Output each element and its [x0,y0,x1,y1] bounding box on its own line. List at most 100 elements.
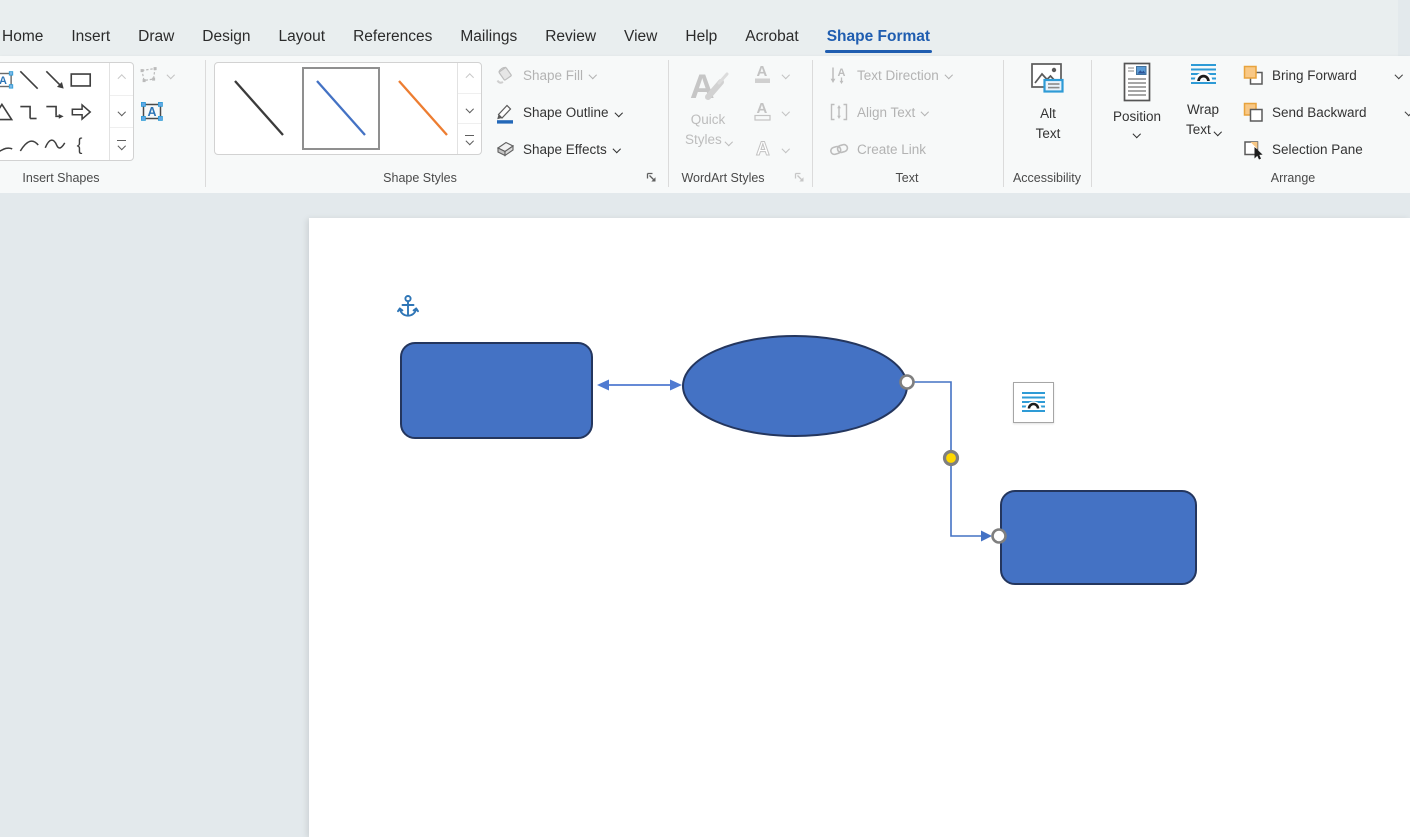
double-arrow-connector[interactable] [597,380,682,391]
document-workspace [0,193,1410,837]
shape-style-blue-line-selected[interactable] [302,67,380,150]
wrap-text-label-2: Text [1186,120,1220,140]
chevron-up-icon [118,75,126,83]
styles-gallery-more-button[interactable] [458,124,481,154]
send-backward-button[interactable]: Send Backward [1242,101,1367,124]
tab-mailings[interactable]: Mailings [446,22,531,56]
chevron-down-icon [167,71,175,79]
svg-text:{: { [77,135,83,155]
tab-draw[interactable]: Draw [124,22,188,56]
wrap-text-button[interactable]: Wrap Text [1174,62,1232,140]
group-label-shape-styles: Shape Styles [360,171,480,185]
shape-arrow-icon[interactable] [42,64,68,96]
shape-effects-button[interactable]: Shape Effects [494,138,619,160]
wrap-text-label-1: Wrap [1187,100,1219,120]
ribbon-tab-bar: Home Insert Draw Design Layout Reference… [0,0,1398,56]
svg-text:A: A [756,139,770,160]
shape-styles-dialog-launcher[interactable] [645,171,659,185]
shape-line-icon[interactable] [16,64,42,96]
chevron-up-icon [466,74,474,82]
alt-text-button[interactable]: Alt Text [1020,62,1076,144]
shape-elbow-arrow-connector-icon[interactable] [42,96,68,128]
quick-styles-label-2: Styles [685,130,731,150]
bring-forward-button[interactable]: Bring Forward [1242,64,1357,87]
styles-scroll-down-button[interactable] [458,94,481,125]
chevron-down-icon [118,108,126,116]
shape-rectangle-icon[interactable] [68,64,94,96]
group-label-wordart-styles: WordArt Styles [663,171,783,185]
chevron-down-icon [724,137,732,145]
chevron-down-icon [466,137,474,145]
rounded-rectangle-2[interactable] [1001,491,1196,584]
styles-scroll-up-button[interactable] [458,63,481,94]
insert-shapes-gallery: A [0,62,134,161]
tab-shape-format[interactable]: Shape Format [813,22,944,56]
tab-layout[interactable]: Layout [265,22,340,56]
tab-acrobat[interactable]: Acrobat [731,22,812,56]
position-button[interactable]: Position [1108,62,1166,137]
shape-outline-button[interactable]: Shape Outline [494,101,621,124]
rounded-rectangle-1[interactable] [401,343,592,438]
bring-forward-dropdown-chevron[interactable] [1395,71,1403,79]
group-separator [1003,60,1004,187]
tab-review[interactable]: Review [531,22,610,56]
shape-scribble-icon[interactable] [0,128,16,160]
group-label-text: Text [857,171,957,185]
group-separator [812,60,813,187]
shape-triangle-icon[interactable] [0,96,16,128]
text-effects-icon: A [752,136,776,162]
selection-pane-icon [1242,138,1265,161]
connector-endpoint-handle-end[interactable] [993,530,1006,543]
svg-text:A: A [0,75,7,87]
shape-left-brace-icon[interactable]: { [68,128,94,160]
svg-text:A: A [690,68,715,106]
position-icon [1122,62,1152,102]
tab-home[interactable]: Home [0,22,57,56]
ribbon: A [0,56,1410,193]
chevron-down-icon [782,108,790,116]
tab-design[interactable]: Design [188,22,264,56]
text-direction-icon: A [828,64,850,86]
svg-text:A: A [757,63,768,80]
shape-effects-icon [494,138,516,160]
layout-options-button[interactable] [1013,382,1054,423]
group-label-insert-shapes: Insert Shapes [0,171,122,185]
selection-pane-button[interactable]: Selection Pane [1242,138,1363,161]
quick-styles-label-1: Quick [691,110,726,130]
tab-view[interactable]: View [610,22,671,56]
position-label: Position [1113,107,1161,127]
tab-references[interactable]: References [339,22,446,56]
group-label-accessibility: Accessibility [997,171,1097,185]
tab-help[interactable]: Help [671,22,731,56]
svg-text:A: A [757,100,768,117]
edit-shape-icon [137,64,161,86]
text-direction-label: Text Direction [857,68,939,83]
shape-fill-label: Shape Fill [523,68,583,83]
connector-adjust-handle[interactable] [945,452,958,465]
text-outline-icon: A [752,99,776,125]
connector-endpoint-handle-start[interactable] [901,376,914,389]
shapes-scroll-up-button[interactable] [110,63,133,96]
shape-styles-gallery [214,62,482,155]
send-backward-label: Send Backward [1272,105,1367,120]
shape-styles-scroll [457,63,481,154]
text-box-button[interactable]: A [138,98,166,126]
send-backward-dropdown-chevron[interactable] [1405,108,1410,116]
shape-effects-label: Shape Effects [523,142,607,157]
shapes-gallery-more-button[interactable] [110,128,133,160]
shape-block-arrow-icon[interactable] [68,96,94,128]
group-separator [668,60,669,187]
ellipse-shape[interactable] [683,336,907,436]
shape-textbox-recent-icon[interactable]: A [0,64,16,96]
shape-curve-icon[interactable] [42,128,68,160]
align-text-button: Align Text [828,101,928,123]
tab-insert[interactable]: Insert [57,22,124,56]
shape-elbow-connector-icon[interactable] [16,96,42,128]
svg-text:A: A [147,105,156,119]
chevron-down-icon [945,71,953,79]
shape-style-black-line[interactable] [220,67,298,150]
shape-style-orange-line[interactable] [384,67,462,150]
create-link-button: Create Link [828,138,926,160]
shape-arc-icon[interactable] [16,128,42,160]
shapes-scroll-down-button[interactable] [110,96,133,129]
